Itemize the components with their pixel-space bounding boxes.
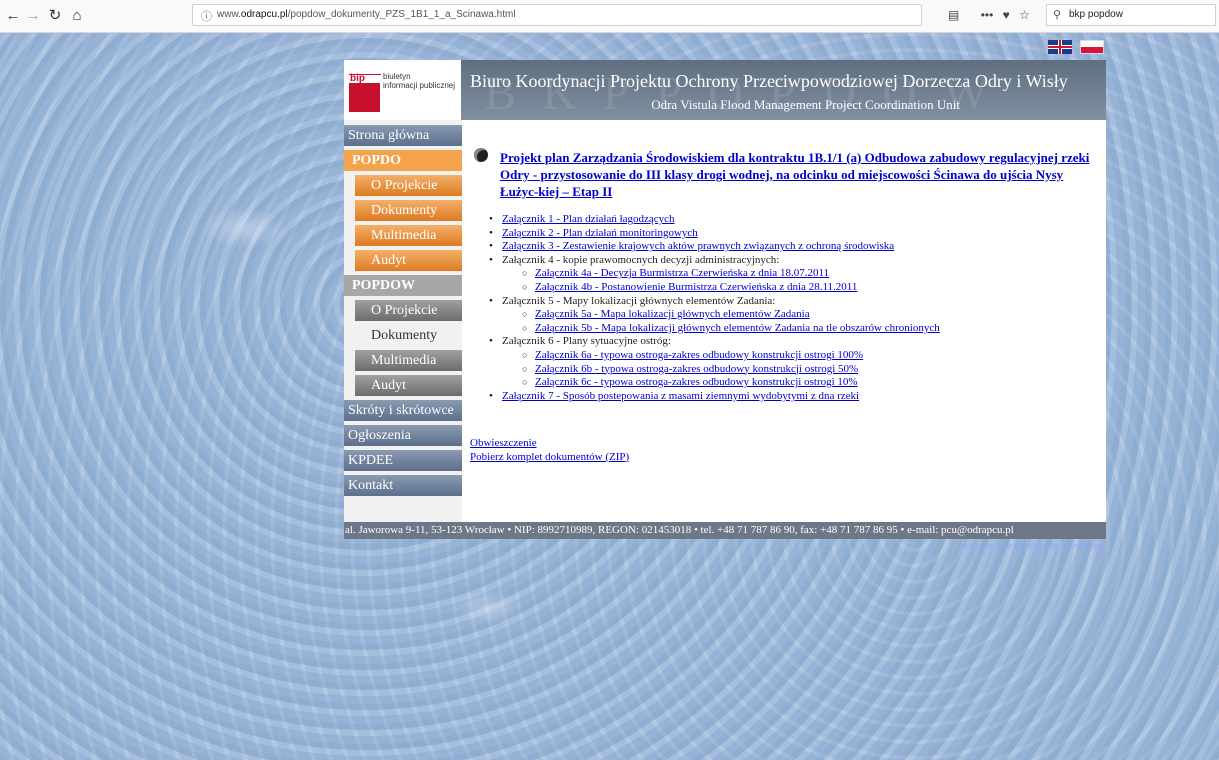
attachment-4a-link[interactable]: Załącznik 4a - Decyzja Burmistrza Czerwi… <box>535 267 829 279</box>
bip-line1: biuletyn <box>383 72 411 81</box>
list-item: Załącznik 3 - Zestawienie krajowych aktó… <box>489 240 940 254</box>
search-input[interactable]: ⚲ bkp popdow <box>1046 4 1216 26</box>
page-heading: Projekt plan Zarządzania Środowiskiem dl… <box>500 149 1096 200</box>
polish-flag-icon[interactable] <box>1080 40 1104 54</box>
project-bullet-icon <box>474 148 488 162</box>
menu-kontakt[interactable]: Kontakt <box>344 475 462 496</box>
reader-view-icon[interactable]: ▤ <box>948 8 959 22</box>
attachment-5a-link[interactable]: Załącznik 5a - Mapa lokalizacji głównych… <box>535 308 810 320</box>
forward-icon[interactable]: → <box>22 5 44 27</box>
sub-list-item: Załącznik 4b - Postanowienie Burmistrza … <box>489 281 940 295</box>
list-item: Załącznik 5 - Mapy lokalizacji głównych … <box>489 295 940 309</box>
extra-links: Obwieszczenie Pobierz komplet dokumentów… <box>470 437 629 464</box>
attachment-1-link[interactable]: Załącznik 1 - Plan działań łagodzących <box>502 213 675 225</box>
menu-popdow-dokumenty[interactable]: Dokumenty <box>355 325 462 346</box>
site-subtitle: Odra Vistula Flood Management Project Co… <box>651 97 960 112</box>
menu-popdow-audyt[interactable]: Audyt <box>355 375 462 396</box>
menu-ogloszenia[interactable]: Ogłoszenia <box>344 425 462 446</box>
address-bar[interactable]: ⓘ www.odrapcu.pl/popdow_dokumenty_PZS_1B… <box>192 4 922 26</box>
bip-logo[interactable]: bip biuletyn informacji publicznej <box>344 60 461 120</box>
menu-popdo-dokumenty[interactable]: Dokumenty <box>355 200 462 221</box>
attachment-2-link[interactable]: Załącznik 2 - Plan działań monitoringowy… <box>502 227 698 239</box>
main-content: Projekt plan Zarządzania Środowiskiem dl… <box>462 120 1106 522</box>
sub-list-item: Załącznik 5a - Mapa lokalizacji głównych… <box>489 308 940 322</box>
search-icon: ⚲ <box>1053 9 1062 21</box>
list-item: Załącznik 7 - Sposób postepowania z masa… <box>489 390 940 404</box>
sub-list-item: Załącznik 6b - typowa ostroga-zakres odb… <box>489 363 940 377</box>
menu-popdo-audyt[interactable]: Audyt <box>355 250 462 271</box>
bip-text: biuletyn informacji publicznej <box>383 72 455 90</box>
sub-list-item: Załącznik 4a - Decyzja Burmistrza Czerwi… <box>489 267 940 281</box>
page-actions: ▤ ••• ♥ ☆ <box>948 8 1030 22</box>
site-footer: al. Jaworowa 9-11, 53-123 Wrocław • NIP:… <box>344 522 1106 539</box>
language-flags <box>1044 40 1104 58</box>
heading-link[interactable]: Projekt plan Zarządzania Środowiskiem dl… <box>500 150 1089 199</box>
search-query: bkp popdow <box>1069 9 1123 20</box>
sidebar-menu: Strona główna POPDO O Projekcie Dokument… <box>344 120 462 522</box>
download-zip-link[interactable]: Pobierz komplet dokumentów (ZIP) <box>470 451 629 463</box>
bip-label: bip <box>350 73 365 84</box>
list-item: Załącznik 2 - Plan działań monitoringowy… <box>489 227 940 241</box>
menu-strona-glowna[interactable]: Strona główna <box>344 125 462 146</box>
footer-note: Strona ma wyłącznie charakter informacyj… <box>960 541 1104 550</box>
more-actions-icon[interactable]: ••• <box>981 8 994 22</box>
attachment-5b-link[interactable]: Załącznik 5b - Mapa lokalizacji głównych… <box>535 322 940 334</box>
menu-popdow[interactable]: POPDOW <box>344 275 462 296</box>
english-flag-icon[interactable] <box>1048 40 1072 54</box>
menu-popdow-o-projekcie[interactable]: O Projekcie <box>355 300 462 321</box>
site-info-icon[interactable]: ⓘ <box>201 8 212 24</box>
browser-toolbar: ← → ↻ ⌂ ⓘ www.odrapcu.pl/popdow_dokument… <box>0 0 1219 33</box>
list-item: Załącznik 4 - kopie prawomocnych decyzji… <box>489 254 940 268</box>
menu-popdo-multimedia[interactable]: Multimedia <box>355 225 462 246</box>
menu-skroty[interactable]: Skróty i skrótowce <box>344 400 462 421</box>
bookmark-star-icon[interactable]: ☆ <box>1019 8 1030 22</box>
site-header: bip biuletyn informacji publicznej BKPPO… <box>344 60 1106 120</box>
menu-popdow-multimedia[interactable]: Multimedia <box>355 350 462 371</box>
attachments-list: Załącznik 1 - Plan działań łagodzących Z… <box>489 213 940 403</box>
menu-kpdee[interactable]: KPDEE <box>344 450 462 471</box>
reload-icon[interactable]: ↻ <box>44 5 66 27</box>
site-title: Biuro Koordynacji Projektu Ochrony Przec… <box>470 71 1068 91</box>
list-item: Załącznik 6 - Plany sytuacyjne ostróg: <box>489 335 940 349</box>
home-icon[interactable]: ⌂ <box>66 5 88 27</box>
attachment-6a-link[interactable]: Załącznik 6a - typowa ostroga-zakres odb… <box>535 349 863 361</box>
attachment-4b-link[interactable]: Załącznik 4b - Postanowienie Burmistrza … <box>535 281 857 293</box>
menu-popdo[interactable]: POPDO <box>344 150 462 171</box>
attachment-3-link[interactable]: Załącznik 3 - Zestawienie krajowych aktó… <box>502 240 894 252</box>
pocket-icon[interactable]: ♥ <box>1003 8 1010 22</box>
attachment-6c-link[interactable]: Załącznik 6c - typowa ostroga-zakres odb… <box>535 376 858 388</box>
obwieszczenie-link[interactable]: Obwieszczenie <box>470 437 537 449</box>
list-item: Załącznik 1 - Plan działań łagodzących <box>489 213 940 227</box>
bip-line2: informacji publicznej <box>383 81 456 90</box>
menu-popdo-o-projekcie[interactable]: O Projekcie <box>355 175 462 196</box>
sub-list-item: Załącznik 6a - typowa ostroga-zakres odb… <box>489 349 940 363</box>
sub-list-item: Załącznik 5b - Mapa lokalizacji głównych… <box>489 322 940 336</box>
attachment-6b-link[interactable]: Załącznik 6b - typowa ostroga-zakres odb… <box>535 363 858 375</box>
url-text: www.odrapcu.pl/popdow_dokumenty_PZS_1B1_… <box>217 9 516 20</box>
back-icon[interactable]: ← <box>2 5 24 27</box>
sub-list-item: Załącznik 6c - typowa ostroga-zakres odb… <box>489 376 940 390</box>
attachment-7-link[interactable]: Załącznik 7 - Sposób postepowania z masa… <box>502 390 859 402</box>
